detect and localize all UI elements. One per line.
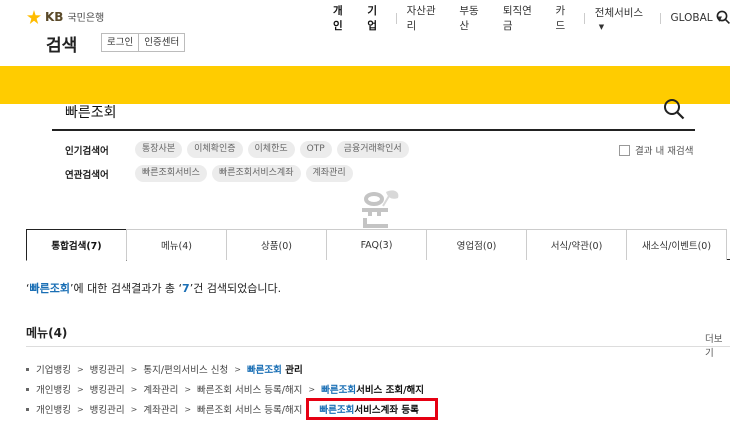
path-segment: 빠른조회 서비스 등록/해지 [197, 405, 303, 416]
top-header: KB 국민은행 검색 로그인 인증센터 개인 기업 자산관리 부동산 퇴직연금 … [0, 0, 730, 66]
path-segment: 개인뱅킹 [36, 385, 71, 396]
nav-personal[interactable]: 개인 [325, 3, 359, 33]
menu-results: 기업뱅킹 > 뱅킹관리 > 통지/편의서비스 신청 > 빠른조회 관리 개인뱅킹… [26, 359, 438, 420]
search-input-value: 빠른조회 [65, 105, 117, 121]
search-in-results-label: 결과 내 재검색 [635, 146, 694, 157]
keyword-highlight: 빠른조회 [319, 405, 355, 416]
nav-divider [659, 12, 661, 24]
auth-links: 로그인 인증센터 [101, 33, 186, 52]
search-in-results[interactable]: 결과 내 재검색 [619, 143, 693, 157]
cert-center-link[interactable]: 인증센터 [138, 34, 184, 51]
tab-forms[interactable]: 서식/약관(0) [526, 229, 627, 260]
chevron-right-icon: > [130, 404, 138, 414]
keyword-chip[interactable]: 빠른조회서비스 [135, 165, 207, 182]
result-tail-text: ’건 검색되었습니다. [189, 282, 282, 295]
link-rest: 서비스 조회/해지 [356, 385, 425, 396]
result-count: 7 [182, 282, 190, 295]
path-segment: 빠른조회 서비스 등록/해지 [197, 385, 303, 396]
page-title: 검색 [46, 36, 78, 56]
tab-products[interactable]: 상품(0) [226, 229, 327, 260]
keyword-chip[interactable]: 계좌관리 [305, 165, 353, 182]
kb-logo[interactable]: KB 국민은행 [27, 9, 104, 24]
list-item[interactable]: 개인뱅킹 > 뱅킹관리 > 계좌관리 > 빠른조회 서비스 등록/해지 > 빠른… [26, 379, 438, 399]
path-segment: 계좌관리 [143, 405, 179, 416]
path-segment: 기업뱅킹 [36, 365, 71, 376]
chevron-right-icon: > [76, 384, 84, 394]
related-keywords-label: 연관검색어 [65, 169, 109, 181]
path-segment: 계좌관리 [143, 385, 179, 396]
keyword-highlight: 빠른조회 [246, 365, 282, 376]
nav-card[interactable]: 카드 [547, 3, 581, 33]
chevron-right-icon: > [234, 364, 241, 374]
tab-branches[interactable]: 영업점(0) [426, 229, 527, 260]
related-keywords: 연관검색어 빠른조회서비스 빠른조회서비스계좌 계좌관리 [65, 165, 358, 182]
keyword-chip[interactable]: 이체한도 [247, 141, 295, 158]
result-keyword: 빠른조회 [29, 282, 70, 295]
popular-keywords-label: 인기검색어 [65, 145, 109, 157]
kb-star-icon [27, 9, 41, 24]
chevron-right-icon: > [130, 384, 138, 394]
nav-all-services[interactable]: 전체서비스 ▼ [587, 5, 658, 32]
logo-kb-text: KB [45, 9, 64, 24]
bullet [26, 367, 29, 371]
path-segment: 뱅킹관리 [89, 405, 125, 416]
keyword-chip[interactable]: OTP [299, 141, 332, 158]
tab-faq[interactable]: FAQ(3) [326, 229, 427, 260]
tab-menu[interactable]: 메뉴(4) [126, 229, 227, 260]
menu-section-title: 메뉴(4) [26, 326, 68, 340]
link-rest: 관리 [281, 365, 303, 376]
nav-divider [583, 12, 585, 24]
search-icon[interactable] [663, 98, 685, 120]
chevron-right-icon: > [184, 384, 192, 394]
keyword-chip[interactable]: 통장사본 [135, 141, 183, 158]
path-segment: 뱅킹관리 [89, 365, 125, 376]
chevron-right-icon: > [308, 384, 316, 394]
popular-keywords: 인기검색어 통장사본 이체확인증 이체한도 OTP 금융거래확인서 [65, 141, 414, 158]
more-link[interactable]: 더보기 [705, 331, 730, 359]
list-item[interactable]: 개인뱅킹 > 뱅킹관리 > 계좌관리 > 빠른조회 서비스 등록/해지 빠른조회… [26, 398, 438, 420]
logo-bank-name: 국민은행 [67, 13, 105, 24]
menu-result-link[interactable]: 빠른조회 관리 [247, 362, 303, 376]
tab-all[interactable]: 통합검색(7) [26, 229, 127, 261]
chevron-right-icon: > [76, 404, 84, 414]
keyword-chip[interactable]: 금융거래확인서 [336, 141, 409, 158]
keyword-chip[interactable]: 빠른조회서비스계좌 [211, 165, 301, 182]
tab-news[interactable]: 새소식/이벤트(0) [626, 229, 727, 260]
bullet [26, 387, 29, 391]
list-item[interactable]: 기업뱅킹 > 뱅킹관리 > 통지/편의서비스 신청 > 빠른조회 관리 [26, 359, 438, 379]
path-segment: 개인뱅킹 [36, 405, 71, 416]
section-divider [26, 346, 730, 347]
path-segment: 통지/편의서비스 신청 [143, 365, 229, 376]
global-nav: 개인 기업 자산관리 부동산 퇴직연금 카드 전체서비스 ▼ GLOBAL ▼ [325, 5, 730, 32]
result-middle-text: ’에 대한 검색결과가 총 ‘ [69, 282, 183, 295]
result-summary: ‘빠른조회’에 대한 검색결과가 총 ‘7’건 검색되었습니다. [26, 280, 281, 296]
login-link[interactable]: 로그인 [102, 34, 138, 51]
search-in-results-checkbox[interactable] [619, 144, 630, 156]
global-label: GLOBAL [670, 12, 713, 24]
menu-result-link[interactable]: 빠른조회서비스 조회/해지 [321, 382, 424, 396]
nav-business[interactable]: 기업 [359, 3, 393, 33]
menu-result-link-highlighted[interactable]: 빠른조회서비스계좌 등록 [306, 398, 438, 420]
chevron-right-icon: > [184, 404, 192, 414]
path-segment: 뱅킹관리 [89, 385, 125, 396]
caret-down-icon: ▼ [598, 22, 605, 31]
nav-divider [395, 12, 397, 24]
chevron-right-icon: > [76, 364, 84, 374]
nav-wealth[interactable]: 자산관리 [399, 3, 452, 33]
all-services-label: 전체서비스 [594, 6, 644, 19]
nav-realestate[interactable]: 부동산 [451, 3, 495, 33]
keyword-highlight: 빠른조회 [321, 385, 357, 396]
bullet [26, 407, 29, 411]
result-tabs: 통합검색(7) 메뉴(4) 상품(0) FAQ(3) 영업점(0) 서식/약관(… [26, 229, 730, 261]
watermark-logo-icon [362, 190, 399, 228]
header-search-icon[interactable] [716, 10, 730, 24]
link-rest: 서비스계좌 등록 [354, 405, 419, 416]
chevron-right-icon: > [130, 364, 138, 374]
nav-pension[interactable]: 퇴직연금 [495, 3, 548, 33]
search-input[interactable]: 빠른조회 [52, 96, 695, 131]
keyword-chip[interactable]: 이체확인증 [187, 141, 243, 158]
